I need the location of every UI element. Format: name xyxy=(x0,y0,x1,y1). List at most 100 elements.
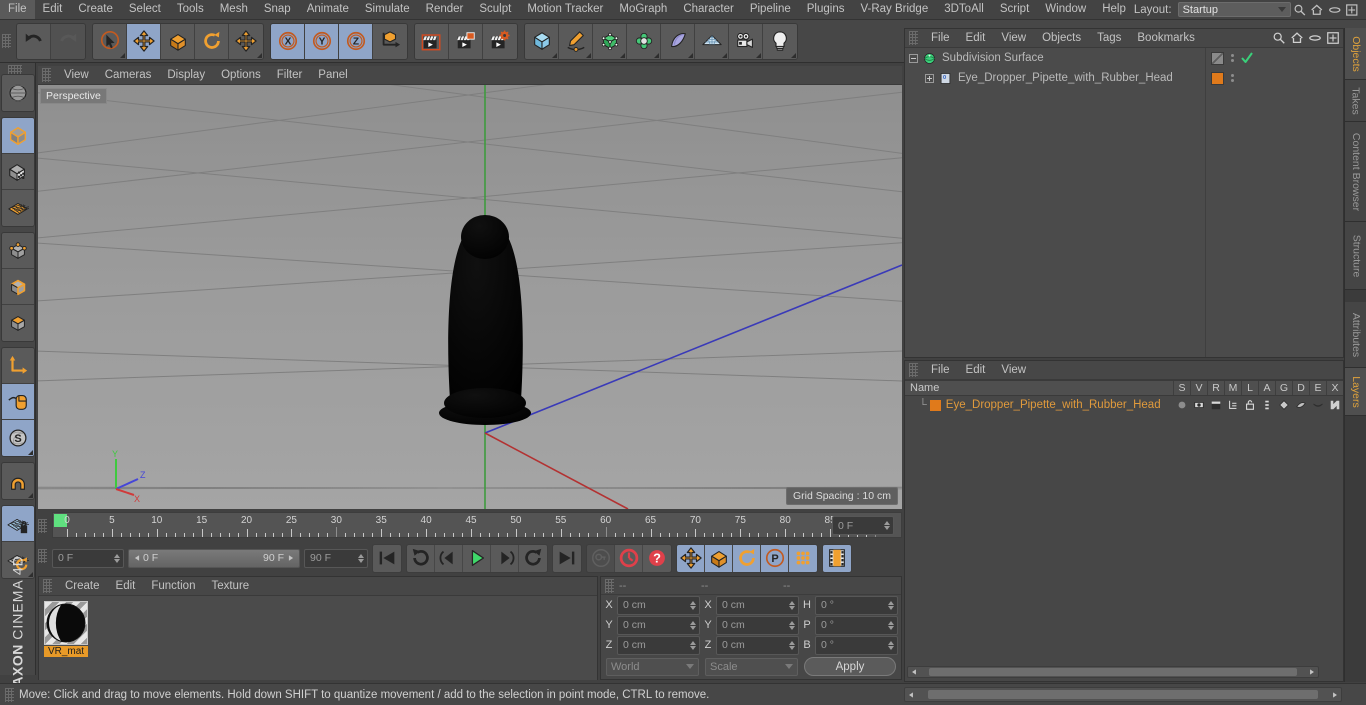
flyout-corner-icon[interactable] xyxy=(620,52,625,58)
layer-lock-open-icon[interactable] xyxy=(1241,399,1258,411)
menu-item-animate[interactable]: Animate xyxy=(299,0,357,19)
end-frame-field[interactable]: 90 F xyxy=(304,548,368,568)
points-mode-button[interactable] xyxy=(1,233,34,269)
menu-item-file[interactable]: File xyxy=(923,29,958,48)
render-clapper-icon[interactable] xyxy=(1210,399,1222,411)
menu-item-filter[interactable]: Filter xyxy=(269,66,311,85)
object-manager-grip[interactable] xyxy=(909,31,918,45)
check-icon[interactable] xyxy=(1241,52,1253,64)
add-light-button[interactable] xyxy=(763,23,797,59)
tab-layers[interactable]: Layers xyxy=(1345,368,1366,416)
flyout-corner-icon[interactable] xyxy=(27,450,33,455)
scale-tool[interactable] xyxy=(161,23,195,59)
menu-item-create[interactable]: Create xyxy=(70,0,121,19)
lock-open-icon[interactable] xyxy=(1244,399,1256,411)
object-tag-swatch[interactable] xyxy=(1211,51,1224,65)
layer-manager-tree-icon[interactable] xyxy=(1224,399,1241,411)
make-editable-button[interactable] xyxy=(1,118,34,154)
scale-key-button[interactable] xyxy=(705,544,733,572)
coord-size-x-field[interactable]: 0 cm xyxy=(716,595,799,615)
material-grip[interactable] xyxy=(43,579,52,593)
menu-item-edit[interactable]: Edit xyxy=(958,361,994,380)
flyout-corner-icon[interactable] xyxy=(586,52,591,58)
add-environment-button[interactable] xyxy=(695,23,729,59)
add-array-button[interactable] xyxy=(627,23,661,59)
menu-item-script[interactable]: Script xyxy=(992,0,1037,19)
flyout-corner-icon[interactable] xyxy=(257,52,262,58)
add-nurbs-button[interactable] xyxy=(593,23,627,59)
coord-position-x-field[interactable]: 0 cm xyxy=(617,595,700,615)
layer-color-swatch[interactable] xyxy=(929,399,941,411)
menu-item-select[interactable]: Select xyxy=(121,0,169,19)
layer-animation-bars-icon[interactable] xyxy=(1258,399,1275,411)
menu-item-objects[interactable]: Objects xyxy=(1034,29,1089,48)
layer-generator-icon[interactable] xyxy=(1275,399,1292,411)
stepper-icon[interactable] xyxy=(888,600,894,610)
menu-item-view[interactable]: View xyxy=(993,29,1034,48)
magnet-tool-button[interactable] xyxy=(1,463,34,499)
live-selection-tool[interactable] xyxy=(93,23,127,59)
manager-tree-icon[interactable] xyxy=(1227,399,1239,411)
maximize-icon[interactable] xyxy=(1345,2,1359,18)
stepper-icon[interactable] xyxy=(789,600,795,610)
toolbar-grip[interactable] xyxy=(2,34,11,48)
layer-column-m[interactable]: M xyxy=(1224,381,1241,395)
render-settings-button[interactable] xyxy=(483,23,517,59)
scrollbar-thumb[interactable] xyxy=(928,690,1318,699)
z-axis-lock[interactable]: Z xyxy=(339,23,373,59)
home-icon[interactable] xyxy=(1290,31,1304,45)
range-right-arrow-icon[interactable] xyxy=(288,555,294,561)
menu-item-view[interactable]: View xyxy=(993,361,1034,380)
visibility-dots-icon[interactable] xyxy=(1231,54,1234,62)
play-backwards-button[interactable] xyxy=(407,544,435,572)
material-menu-items[interactable]: Create Edit Function Texture xyxy=(57,577,257,596)
layer-xref-icon[interactable] xyxy=(1326,399,1343,411)
expander-icon[interactable] xyxy=(925,73,934,83)
scroll-right-arrow-icon[interactable] xyxy=(1333,691,1337,698)
object-tag-swatch[interactable] xyxy=(1211,71,1224,85)
minimize-icon[interactable] xyxy=(1308,31,1322,45)
menu-item-texture[interactable]: Texture xyxy=(203,577,257,596)
layer-column-l[interactable]: L xyxy=(1241,381,1258,395)
undo-button[interactable] xyxy=(17,23,51,59)
layer-deformer-icon[interactable] xyxy=(1292,399,1309,411)
point-level-animation-button[interactable] xyxy=(789,544,817,572)
coord-position-y-field[interactable]: 0 cm xyxy=(617,615,700,635)
layer-manager-grip[interactable] xyxy=(909,363,918,377)
rotation-key-button[interactable] xyxy=(733,544,761,572)
layer-visible-eye-icon[interactable] xyxy=(1190,399,1207,411)
visible-eye-icon[interactable] xyxy=(1193,399,1205,411)
flyout-corner-icon[interactable] xyxy=(756,52,761,58)
xref-icon[interactable] xyxy=(1329,399,1341,411)
home-icon[interactable] xyxy=(1310,2,1324,18)
layer-manager-menu-items[interactable]: File Edit View xyxy=(923,361,1034,380)
menu-item-window[interactable]: Window xyxy=(1037,0,1094,19)
menu-item-edit[interactable]: Edit xyxy=(958,29,994,48)
parameter-key-button[interactable]: P xyxy=(761,544,789,572)
layer-column-g[interactable]: G xyxy=(1275,381,1292,395)
menu-item-create[interactable]: Create xyxy=(57,577,108,596)
step-forward-button[interactable] xyxy=(491,544,519,572)
tab-attributes[interactable]: Attributes xyxy=(1345,302,1366,368)
coord-size-z-field[interactable]: 0 cm xyxy=(716,635,799,655)
solo-dot-icon[interactable] xyxy=(1176,399,1188,411)
play-forwards-button[interactable] xyxy=(463,544,491,572)
menu-item-file[interactable]: File xyxy=(923,361,958,380)
step-back-button[interactable] xyxy=(435,544,463,572)
menu-item-3dtoall[interactable]: 3DToAll xyxy=(936,0,992,19)
coordinates-grip[interactable] xyxy=(605,578,614,593)
maximize-icon[interactable] xyxy=(1326,31,1340,45)
left-toolbar-grip[interactable] xyxy=(8,65,22,74)
menu-item-edit[interactable]: Edit xyxy=(35,0,71,19)
status-scrollbar[interactable] xyxy=(904,687,1342,702)
apply-button[interactable]: Apply xyxy=(804,657,896,676)
object-manager-icons[interactable] xyxy=(1272,31,1340,45)
coordinate-system-dropdown[interactable]: World xyxy=(606,657,699,676)
timeline-settings-button[interactable] xyxy=(823,544,851,572)
layer-horizontal-scrollbar[interactable] xyxy=(907,666,1319,678)
menu-item-cameras[interactable]: Cameras xyxy=(97,66,160,85)
coord-rotation-h-field[interactable]: 0 ° xyxy=(815,595,898,615)
menu-item-snap[interactable]: Snap xyxy=(256,0,299,19)
layer-column-s[interactable]: S xyxy=(1173,381,1190,395)
menu-item-pipeline[interactable]: Pipeline xyxy=(742,0,799,19)
